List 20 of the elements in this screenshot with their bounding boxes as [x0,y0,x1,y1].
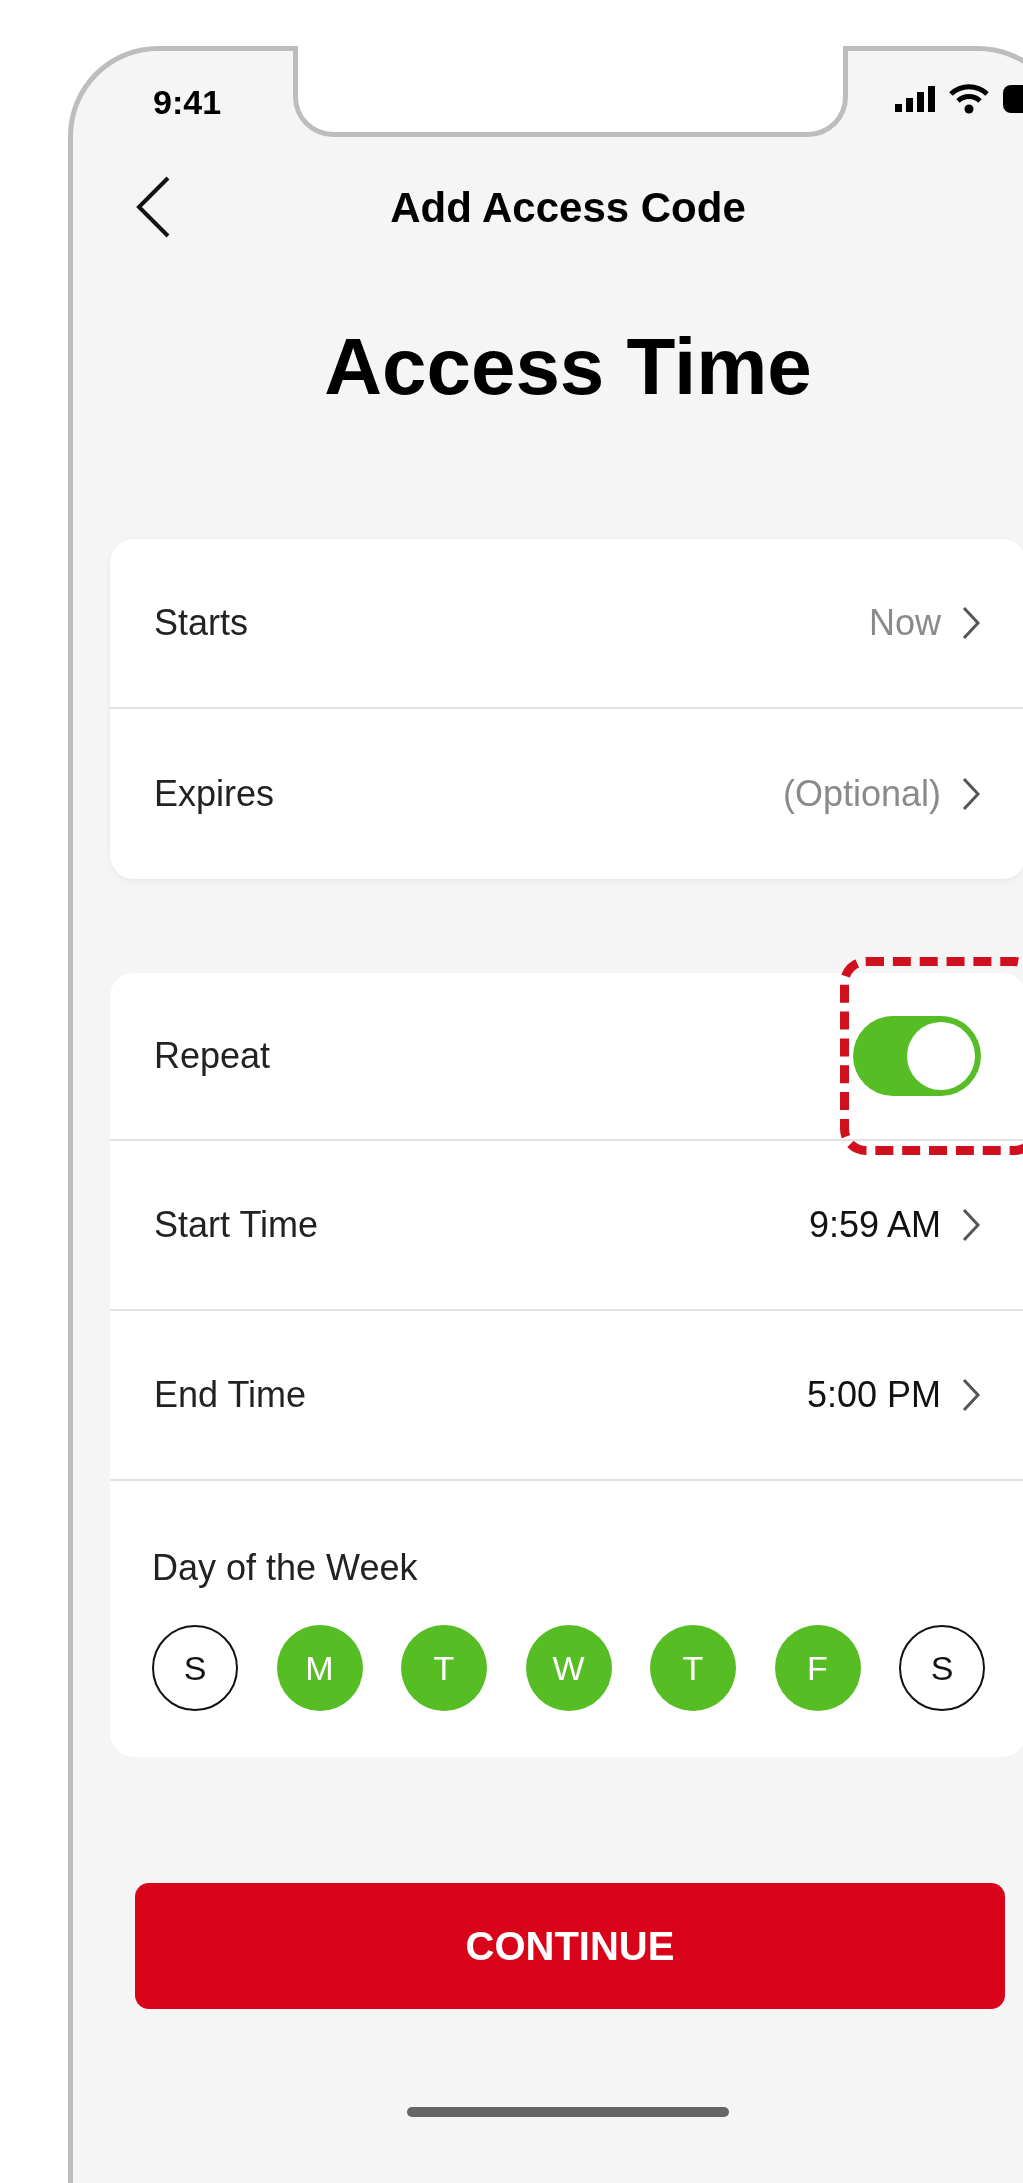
days-label: Day of the Week [152,1546,419,1590]
row-value: (Optional) [782,772,941,816]
status-time: 9:41 [153,81,222,123]
row-label: Repeat [154,1034,271,1078]
list-row[interactable]: Starts Now [110,539,1023,709]
continue-button[interactable]: CONTINUE [135,1883,1005,2009]
screen-title: Add Access Code [390,182,746,233]
row-label: Start Time [154,1203,319,1247]
row-value: Now [868,601,941,645]
row-label: Expires [154,772,275,816]
page-heading: Access Time [324,321,812,413]
row-label: Starts [154,601,249,645]
list-row[interactable]: Expires (Optional) [110,709,1023,879]
list-row[interactable]: End Time 5:00 PM [110,1311,1023,1481]
row-value: 9:59 AM [808,1203,941,1247]
row-label: End Time [154,1373,307,1417]
day-toggle[interactable]: S [899,1625,985,1711]
row-value: 5:00 PM [806,1373,941,1417]
day-toggle[interactable]: S [152,1625,238,1711]
list-row[interactable]: Start Time 9:59 AM [110,1141,1023,1311]
